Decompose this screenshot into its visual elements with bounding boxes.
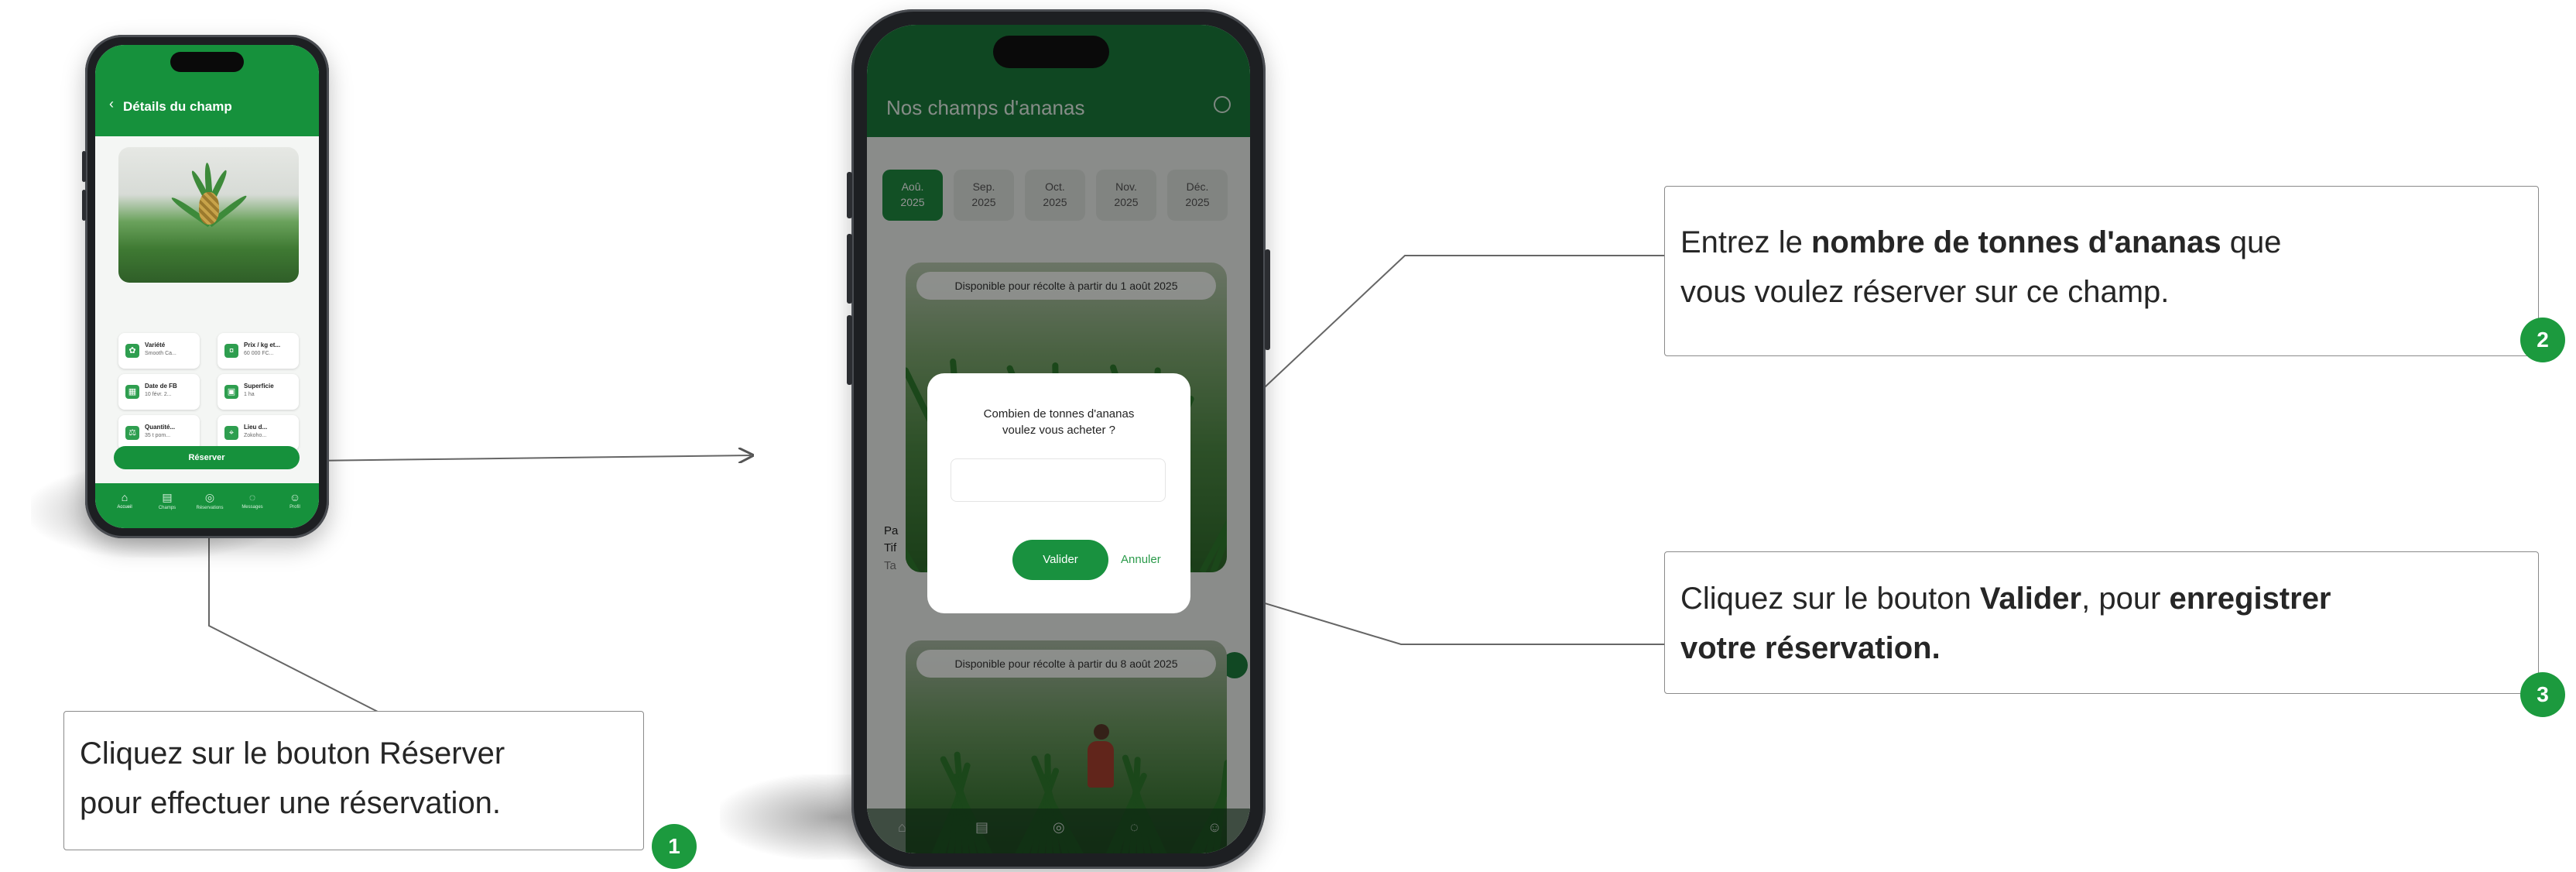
- callout-text: Cliquez sur le bouton: [80, 736, 379, 771]
- reserve-button[interactable]: Réserver: [114, 446, 300, 469]
- step-badge: 1: [652, 824, 697, 869]
- info-card-value: 35 t pom...: [145, 433, 171, 438]
- fields-icon: ▤: [162, 491, 173, 503]
- callout-text: que: [2221, 225, 2282, 259]
- callout-line: Cliquez sur le bouton Valider, pour enre…: [1680, 574, 2538, 623]
- info-card-value: 10 févr. 2...: [145, 392, 172, 397]
- callout-step2: Entrez le nombre de tonnes d'ananas que …: [1664, 186, 2539, 356]
- nav-item[interactable]: ◎ Réservations: [194, 491, 225, 510]
- valider-button[interactable]: Valider: [1012, 540, 1108, 580]
- leaf-icon: ✿: [125, 344, 139, 358]
- bottom-nav: ⌂ Accueil ▤ Champs ◎ Réservations ◌ Messages ☺ Pr…: [95, 483, 319, 528]
- home-icon: ⌂: [121, 491, 128, 503]
- dialog-question: Combien de tonnes d'ananas voulez vous a…: [943, 406, 1175, 438]
- nav-item[interactable]: ⌂ Accueil: [109, 491, 140, 510]
- info-card-title: Prix / kg et...: [244, 342, 281, 348]
- profile-icon: ☺: [289, 491, 301, 503]
- nav-item[interactable]: ◌ Messages: [237, 491, 268, 510]
- callout-text: Cliquez sur le bouton: [1680, 582, 1980, 616]
- quantity-dialog: Combien de tonnes d'ananas voulez vous a…: [927, 373, 1190, 613]
- field-photo: [118, 147, 299, 283]
- info-card: ✿ Variété Smooth Ca...: [118, 333, 200, 369]
- small-header-title: Détails du champ: [123, 99, 232, 114]
- callout-line: Entrez le nombre de tonnes d'ananas que: [1680, 218, 2538, 267]
- info-card: ▣ Superficie 1 ha: [218, 374, 299, 410]
- orders-icon: ◎: [204, 491, 215, 503]
- back-chevron-icon[interactable]: ‹: [109, 96, 114, 112]
- callout-text: Valider: [1979, 582, 2082, 616]
- info-card-title: Quantité...: [145, 424, 176, 431]
- big-phone: Nos champs d'ananas Aoû. 2025 Sep. 2025 Oct.…: [847, 9, 1270, 869]
- info-card-value: Zokoho...: [244, 433, 267, 438]
- small-phone: ‹ Détails du champ ✿ Variété Smooth Ca... ¤…: [82, 35, 329, 538]
- side-button: [847, 315, 852, 385]
- arrow-to-big-phone: [309, 455, 751, 461]
- callout-text: Réserver: [379, 736, 505, 771]
- info-card: ¤ Prix / kg et... 60 000 FC...: [218, 333, 299, 369]
- side-button: [847, 234, 852, 304]
- callout-step3: Cliquez sur le bouton Valider, pour enre…: [1664, 551, 2539, 694]
- price-icon: ¤: [224, 344, 238, 358]
- dialog-question-line: Combien de tonnes d'ananas: [983, 407, 1135, 421]
- location-icon: ⌖: [224, 426, 238, 440]
- dialog-question-line: voulez vous acheter ?: [1002, 424, 1115, 437]
- callout-step1: Cliquez sur le bouton Réserver pour effe…: [63, 711, 644, 850]
- info-card-title: Superficie: [244, 383, 274, 390]
- nav-label: Champs: [158, 506, 176, 510]
- nav-item[interactable]: ☺ Profil: [279, 491, 310, 510]
- big-phone-screen: Nos champs d'ananas Aoû. 2025 Sep. 2025 Oct.…: [867, 25, 1250, 853]
- nav-label: Accueil: [117, 505, 132, 510]
- info-card-title: Lieu d...: [244, 424, 268, 431]
- step-badge: 3: [2520, 672, 2565, 717]
- small-phone-screen: ‹ Détails du champ ✿ Variété Smooth Ca... ¤…: [95, 45, 319, 528]
- info-card-value: Smooth Ca...: [145, 351, 176, 356]
- info-card-value: 1 ha: [244, 392, 255, 397]
- nav-label: Messages: [242, 505, 263, 510]
- callout-text: vous voulez réserver sur ce champ.: [1680, 275, 2170, 309]
- nav-label: Réservations: [196, 506, 224, 510]
- callout-text: votre réservation.: [1680, 631, 1941, 665]
- side-button: [1265, 249, 1270, 350]
- tonnes-input[interactable]: [951, 458, 1166, 502]
- callout-line: Cliquez sur le bouton Réserver: [80, 729, 643, 778]
- step-badge: 2: [2520, 318, 2565, 362]
- info-card: ▦ Date de FB 10 févr. 2...: [118, 374, 200, 410]
- nav-label: Profil: [289, 505, 300, 510]
- dynamic-island: [993, 36, 1109, 68]
- area-icon: ▣: [224, 385, 238, 399]
- callout-text: nombre de tonnes d'ananas: [1810, 225, 2221, 259]
- weight-icon: ⚖: [125, 426, 139, 440]
- annuler-button[interactable]: Annuler: [1121, 553, 1161, 566]
- side-button: [82, 190, 86, 221]
- info-card-title: Variété: [145, 342, 166, 348]
- dynamic-island: [170, 52, 244, 72]
- callout-text: , pour: [2081, 582, 2170, 616]
- nav-item[interactable]: ▤ Champs: [152, 491, 183, 510]
- side-button: [82, 151, 86, 182]
- info-card-value: 60 000 FC...: [244, 351, 274, 356]
- callout-text: pour effectuer une réservation.: [80, 786, 502, 820]
- chat-icon: ◌: [248, 491, 256, 503]
- callout-text: Entrez le: [1680, 225, 1811, 259]
- side-button: [847, 172, 852, 218]
- calendar-icon: ▦: [125, 385, 139, 399]
- info-card-title: Date de FB: [145, 383, 177, 390]
- callout-text: enregistrer: [2169, 582, 2331, 616]
